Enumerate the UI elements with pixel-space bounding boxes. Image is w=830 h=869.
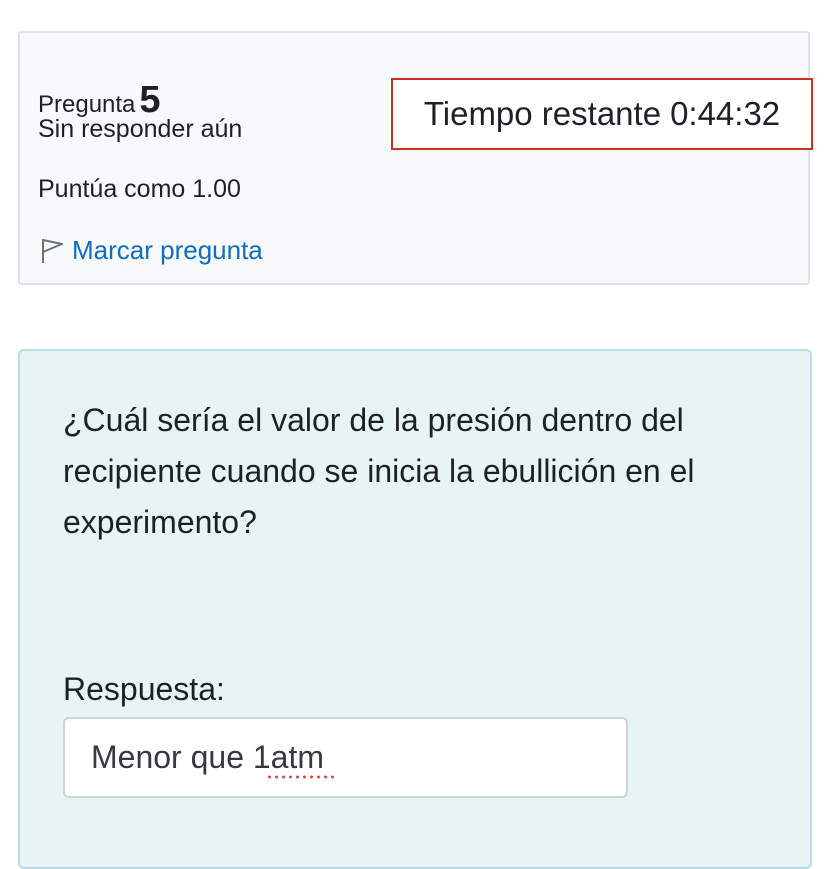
timer-value: 0:44:32 [670, 95, 781, 132]
question-number-heading: Pregunta 5 [38, 81, 161, 119]
flag-outline-icon [42, 239, 63, 263]
question-info-card: Pregunta 5 Sin responder aún Puntúa como … [18, 31, 810, 285]
answer-label: Respuesta: [63, 671, 225, 707]
quiz-timer: Tiempo restante 0:44:32 [391, 78, 813, 150]
answer-input[interactable] [63, 717, 628, 798]
question-state: Sin responder aún [38, 115, 243, 143]
timer-label: Tiempo restante [423, 95, 662, 132]
flag-question-link[interactable]: Marcar pregunta [38, 235, 263, 265]
spellcheck-underline [266, 775, 338, 779]
flag-question-label: Marcar pregunta [72, 235, 263, 265]
question-content-card: ¿Cuál sería el valor de la presión dentr… [18, 349, 812, 869]
question-grade: Puntúa como 1.00 [38, 175, 241, 203]
question-label: Pregunta [38, 91, 136, 118]
question-text: ¿Cuál sería el valor de la presión dentr… [63, 402, 695, 540]
